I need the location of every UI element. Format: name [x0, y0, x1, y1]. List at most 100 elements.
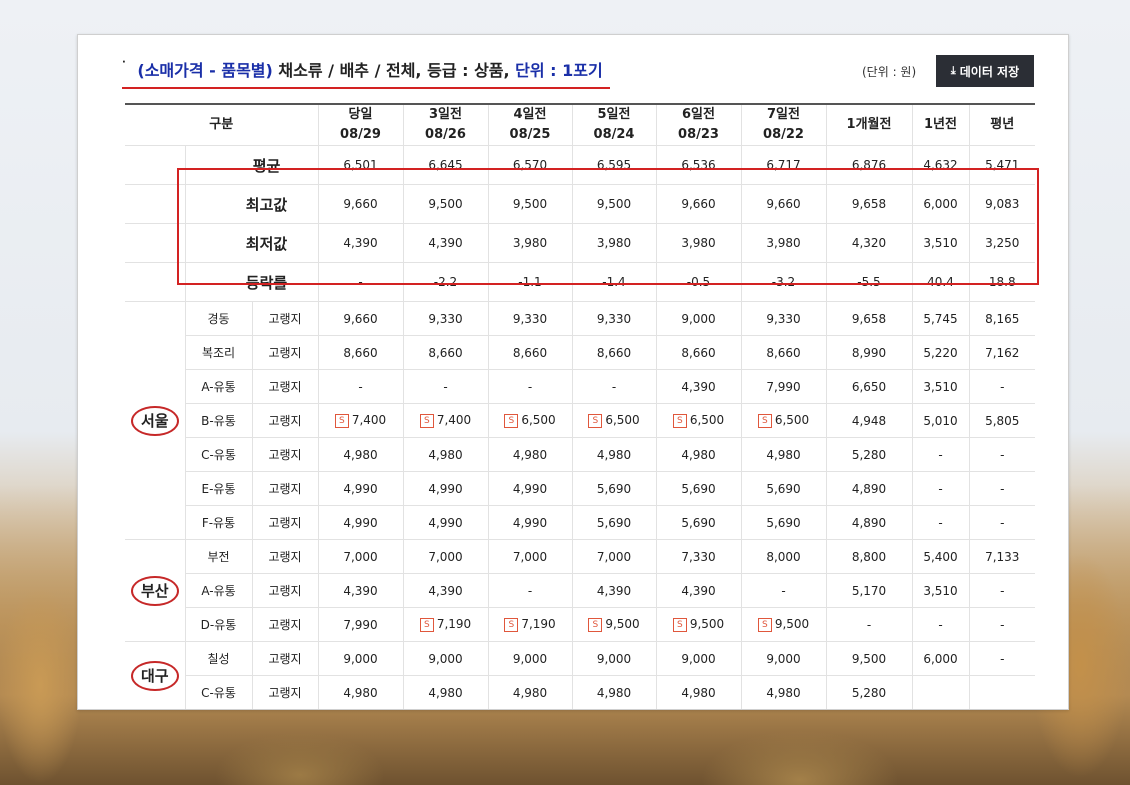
cell-value: 9,000: [681, 311, 716, 326]
table-cell: -: [969, 607, 1035, 642]
table-cell: 5,220: [912, 335, 970, 370]
cell-value: 5,400: [923, 549, 958, 564]
table-cell: 18.8: [969, 262, 1035, 302]
cell-value: 9,500: [689, 617, 725, 632]
sale-badge-icon: S: [504, 617, 519, 632]
price-table: 구분 당일 08/29 3일전 08/26 4일전 08/25 5일전 08/24 6일…: [125, 103, 1035, 709]
table-cell: 7,000: [403, 539, 489, 574]
unit-note: (단위 : 원): [862, 65, 917, 79]
table-cell: 7,133: [969, 539, 1035, 574]
cell-value: 5,690: [596, 515, 632, 530]
title-category: (소매가격 - 품목별): [137, 61, 273, 80]
sale-badge-icon: S: [588, 413, 603, 428]
table-cell: 6,536: [656, 145, 742, 185]
table-cell: S 6,500: [656, 403, 742, 438]
table-cell: S 7,400: [403, 403, 489, 438]
cell-value: 4,980: [343, 685, 378, 700]
cell-value: 8,800: [851, 549, 887, 564]
table-cell: 5,690: [741, 505, 827, 540]
table-cell: S 7,190: [403, 607, 489, 642]
table-cell: 8,660: [572, 335, 657, 370]
table-cell: 6,595: [572, 145, 657, 185]
cell-value: 4,990: [428, 515, 463, 530]
cell-value: -: [866, 617, 872, 632]
table-cell: 6,000: [912, 641, 970, 676]
cell-value: -: [1000, 617, 1005, 632]
table-row: C-유통 고랭지 4,980 4,980 4,980 4,980 4,980 4,980 5,2…: [125, 437, 1035, 472]
market-name: E-유통: [185, 471, 253, 506]
region-name: 부산: [130, 575, 179, 606]
table-cell: -: [488, 573, 573, 608]
cell-value: 9,000: [766, 651, 801, 666]
table-cell: -: [969, 369, 1035, 404]
summary-label: 최고값: [185, 184, 319, 224]
table-cell: 5,690: [741, 471, 827, 506]
table-row: 복조리 고랭지 8,660 8,660 8,660 8,660 8,660 8,660 8,99…: [125, 335, 1035, 370]
table-cell: 8,660: [656, 335, 742, 370]
table-cell: 4,990: [403, 471, 489, 506]
region-cell: 대구: [125, 641, 186, 709]
table-cell: -: [969, 471, 1035, 506]
table-cell: 6,501: [318, 145, 404, 185]
sale-badge-icon: S: [757, 617, 772, 632]
table-cell: 5,280: [826, 675, 913, 709]
market-name: 칠성: [185, 641, 253, 676]
table-cell: [912, 675, 970, 709]
table-cell: 6,876: [826, 145, 913, 185]
cell-value: 4,980: [596, 447, 632, 462]
market-name: B-유통: [185, 403, 253, 438]
sale-badge-icon: S: [504, 413, 519, 428]
origin-name: 고랭지: [252, 301, 319, 336]
cell-value: 8,990: [851, 345, 887, 360]
save-data-button[interactable]: ⤓ 데이터 저장: [936, 55, 1034, 87]
cell-value: 9,500: [774, 617, 810, 632]
cell-value: 4,390: [343, 583, 378, 598]
table-cell: 5,690: [656, 505, 742, 540]
table-cell: 3,510: [912, 223, 970, 263]
table-cell: 4,980: [403, 675, 489, 709]
table-cell: 4,980: [741, 437, 827, 472]
table-cell: 6,000: [912, 184, 970, 224]
table-cell: 9,660: [318, 184, 404, 224]
summary-label: 최저값: [185, 223, 319, 263]
table-row: A-유통 고랭지 4,390 4,390 - 4,390 4,390 - 5,170 3,510 -: [125, 573, 1035, 608]
table-cell: -: [912, 471, 970, 506]
table-row: D-유통 고랭지 7,990 S 7,190 S 7,190 S 9,500 S 9,500 S 9,5…: [125, 607, 1035, 642]
table-cell: 4,980: [572, 675, 657, 709]
table-cell: 4,390: [403, 223, 489, 263]
cell-value: 7,190: [521, 617, 556, 632]
col-header: 3일전 08/26: [403, 104, 489, 146]
cell-value: -: [938, 481, 943, 496]
table-cell: 9,000: [318, 641, 404, 676]
cell-value: -: [938, 515, 943, 530]
table-cell: 9,500: [826, 641, 913, 676]
table-cell: 9,500: [403, 184, 489, 224]
table-cell: S 9,500: [741, 607, 827, 642]
col-header: 당일 08/29: [318, 104, 404, 146]
download-icon: ⤓: [950, 64, 956, 77]
summary-row: 최고값 9,660 9,500 9,500 9,500 9,660 9,660 9,658 6,…: [125, 184, 1035, 224]
cell-value: 8,660: [343, 345, 378, 360]
table-cell: 8,660: [318, 335, 404, 370]
origin-name: 고랭지: [252, 539, 319, 574]
table-cell: 4,390: [572, 573, 657, 608]
table-cell: -: [826, 607, 913, 642]
market-name: C-유통: [185, 675, 253, 709]
summary-row: 평균 6,501 6,645 6,570 6,595 6,536 6,717 6,876 4,6…: [125, 145, 1035, 185]
cell-value: 5,745: [923, 311, 958, 326]
cell-value: 9,330: [512, 311, 548, 326]
cell-value: 5,280: [851, 447, 887, 462]
cell-value: 6,650: [851, 379, 887, 394]
cell-value: 8,660: [428, 345, 463, 360]
cell-value: 4,980: [766, 685, 801, 700]
cell-value: 9,000: [512, 651, 548, 666]
cell-value: 3,510: [923, 379, 958, 394]
origin-name: 고랭지: [252, 437, 319, 472]
table-cell: 5,280: [826, 437, 913, 472]
origin-name: 고랭지: [252, 573, 319, 608]
cell-value: 4,980: [512, 447, 548, 462]
cell-value: -: [1000, 379, 1005, 394]
table-row: A-유통 고랭지 - - - - 4,390 7,990 6,650 3,510 -: [125, 369, 1035, 404]
table-cell: 9,000: [488, 641, 573, 676]
table-cell: 4,632: [912, 145, 970, 185]
